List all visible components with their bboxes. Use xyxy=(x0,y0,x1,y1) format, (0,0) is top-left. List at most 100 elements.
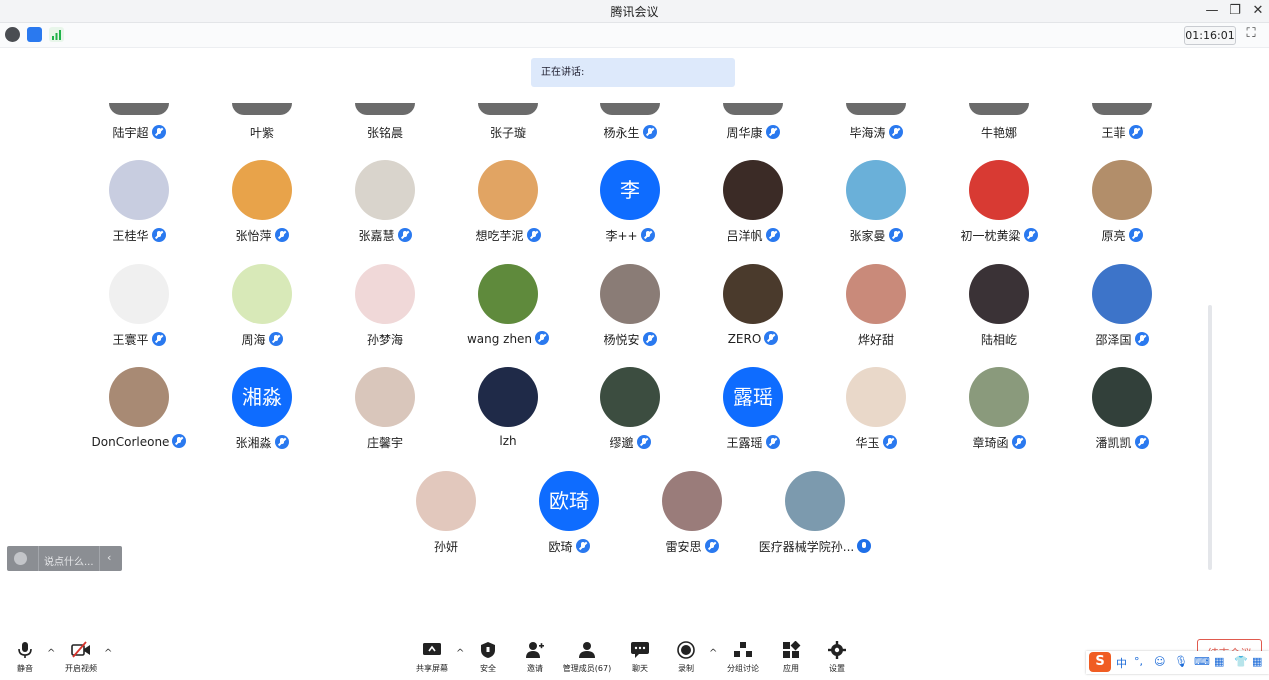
security-button[interactable]: 安全 xyxy=(463,641,513,674)
video-button[interactable]: 开启视频 xyxy=(56,641,106,674)
chat-placeholder: 说点什么... xyxy=(44,557,94,568)
participant-avatar[interactable]: 湘淼 xyxy=(232,367,292,427)
shield-icon[interactable] xyxy=(27,27,42,42)
invite-button[interactable]: 邀请 xyxy=(510,641,560,674)
participant-avatar[interactable] xyxy=(109,367,169,427)
participant-name: 原亮 xyxy=(1063,227,1181,244)
mute-options-chevron-icon[interactable]: ^ xyxy=(47,648,55,659)
participant-avatar[interactable] xyxy=(969,103,1029,115)
participant-name-text: 章琦函 xyxy=(972,436,1009,450)
breakout-button[interactable]: 分组讨论 xyxy=(718,641,768,674)
microphone-icon xyxy=(18,642,32,658)
participant-avatar[interactable] xyxy=(232,160,292,220)
video-options-chevron-icon[interactable]: ^ xyxy=(104,648,112,659)
participant-avatar[interactable]: 露瑶 xyxy=(723,367,783,427)
participant-avatar[interactable] xyxy=(478,264,538,324)
participant-avatar[interactable] xyxy=(478,367,538,427)
participant-avatar[interactable] xyxy=(232,264,292,324)
participant-avatar[interactable] xyxy=(232,103,292,115)
mic-muted-icon xyxy=(765,228,780,242)
participant-name-text: 周海 xyxy=(241,333,266,347)
apps-button[interactable]: 应用 xyxy=(766,641,816,674)
gear-icon xyxy=(828,641,846,659)
participant-name: 潘凯凯 xyxy=(1063,434,1181,451)
participant-avatar[interactable]: 欧琦 xyxy=(539,471,599,531)
participant-avatar[interactable] xyxy=(1092,264,1152,324)
minimize-button[interactable]: — xyxy=(1203,2,1221,20)
toolbox-icon[interactable]: ▦ xyxy=(1214,655,1224,668)
signal-icon[interactable] xyxy=(49,27,64,42)
participant-avatar[interactable] xyxy=(846,160,906,220)
participant-avatar[interactable] xyxy=(1092,103,1152,115)
mic-muted-icon xyxy=(888,228,903,242)
participant-avatar[interactable] xyxy=(600,367,660,427)
participant-name-text: lzh xyxy=(499,434,517,448)
emoji-icon[interactable] xyxy=(14,552,27,565)
participant-avatar[interactable] xyxy=(969,160,1029,220)
participant-avatar[interactable] xyxy=(109,103,169,115)
participant-name: ZERO xyxy=(694,331,812,346)
participant-avatar[interactable] xyxy=(662,471,722,531)
fullscreen-icon[interactable]: ⛶ xyxy=(1243,26,1259,42)
participant-name-text: 孙梦海 xyxy=(366,333,403,347)
participant-avatar[interactable] xyxy=(846,367,906,427)
participant-avatar[interactable] xyxy=(600,103,660,115)
divider xyxy=(38,546,39,571)
keyboard-icon[interactable]: ⌨ xyxy=(1194,655,1210,668)
participant-avatar[interactable] xyxy=(355,264,415,324)
participant-name: 张铭晨 xyxy=(326,124,444,141)
mute-button[interactable]: 静音 xyxy=(0,641,50,674)
participant-avatar[interactable] xyxy=(785,471,845,531)
info-icon[interactable] xyxy=(5,27,20,42)
participant-name: 张湘淼 xyxy=(203,434,321,451)
participant-avatar[interactable] xyxy=(723,264,783,324)
add-user-icon xyxy=(526,642,544,658)
chat-button[interactable]: 聊天 xyxy=(615,641,665,674)
collapse-chevron-icon[interactable]: ‹ xyxy=(107,551,111,564)
voice-input-icon[interactable]: 🎙 xyxy=(1174,655,1188,668)
skin-icon[interactable]: 👕 xyxy=(1234,655,1248,668)
settings-button[interactable]: 设置 xyxy=(812,641,862,674)
participant-avatar[interactable] xyxy=(355,160,415,220)
participant-name: 医疗器械学院孙... xyxy=(756,538,874,555)
punctuation-icon[interactable]: °, xyxy=(1134,655,1143,668)
mic-muted-icon xyxy=(575,539,590,553)
participant-avatar[interactable] xyxy=(723,103,783,115)
sogou-logo-icon[interactable]: S xyxy=(1089,652,1111,672)
emoji-icon[interactable]: ☺ xyxy=(1154,655,1165,668)
restore-button[interactable]: ❐ xyxy=(1226,2,1244,20)
participant-name: 邵泽国 xyxy=(1063,331,1181,348)
participant-avatar[interactable] xyxy=(846,103,906,115)
participant-avatar[interactable] xyxy=(109,160,169,220)
mic-muted-icon xyxy=(1128,125,1143,139)
participant-avatar[interactable] xyxy=(969,367,1029,427)
manage-members-button[interactable]: 管理成员(67) xyxy=(562,641,612,674)
bottom-control-bar: 静音 ^ 开启视频 ^ 共享屏幕 ^ 安全 邀请 管理成员(67) 聊天 录制 … xyxy=(0,630,1269,680)
participant-avatar[interactable] xyxy=(416,471,476,531)
participant-avatar[interactable] xyxy=(478,160,538,220)
participant-avatar[interactable] xyxy=(1092,160,1152,220)
chat-quick-input[interactable]: 说点什么... ‹ xyxy=(7,546,122,571)
participant-name: 张嘉慧 xyxy=(326,227,444,244)
participant-name-text: 张嘉慧 xyxy=(358,229,395,243)
ime-mode[interactable]: 中 xyxy=(1116,655,1127,671)
participant-avatar[interactable] xyxy=(355,103,415,115)
menu-grid-icon[interactable]: ▦ xyxy=(1252,655,1262,668)
participant-avatar[interactable] xyxy=(478,103,538,115)
participant-avatar[interactable] xyxy=(600,264,660,324)
participant-name-text: DonCorleone xyxy=(91,435,170,449)
participant-avatar[interactable] xyxy=(969,264,1029,324)
participant-avatar[interactable]: 李 xyxy=(600,160,660,220)
share-screen-button[interactable]: 共享屏幕 xyxy=(407,641,457,674)
participant-avatar[interactable] xyxy=(846,264,906,324)
gallery-scrollbar[interactable] xyxy=(1208,305,1212,570)
record-options-chevron-icon[interactable]: ^ xyxy=(709,648,717,659)
participant-avatar[interactable] xyxy=(355,367,415,427)
participant-avatar[interactable] xyxy=(1092,367,1152,427)
participant-avatar[interactable] xyxy=(723,160,783,220)
record-button[interactable]: 录制 xyxy=(661,641,711,674)
participant-name-text: 王露瑶 xyxy=(726,436,763,450)
participant-name-text: 张怡萍 xyxy=(235,229,272,243)
close-button[interactable]: ✕ xyxy=(1249,2,1267,20)
participant-avatar[interactable] xyxy=(109,264,169,324)
